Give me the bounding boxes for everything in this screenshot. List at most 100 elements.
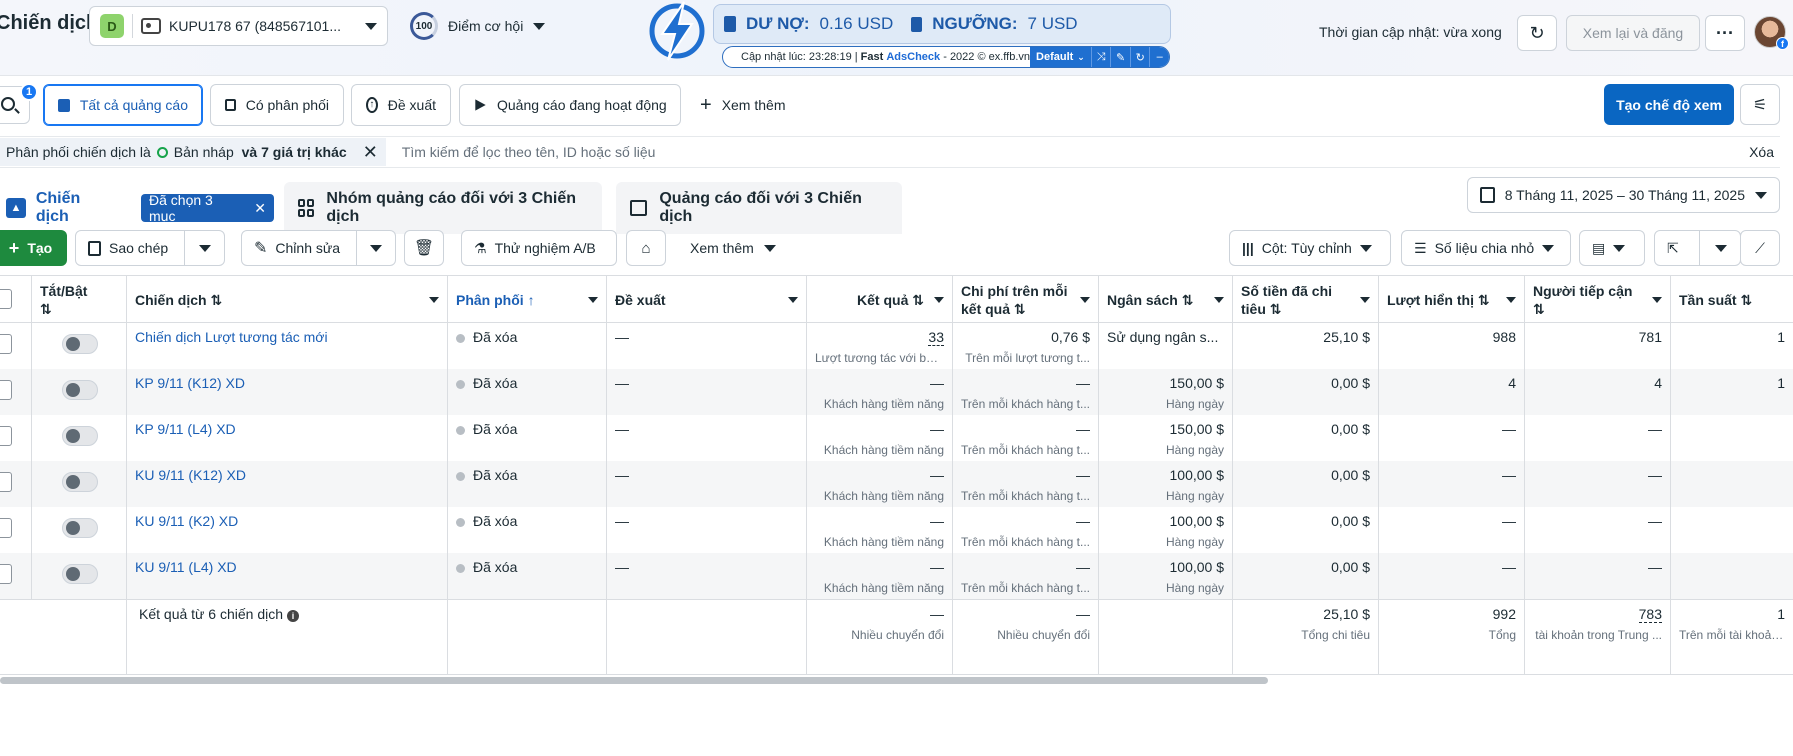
header-budget[interactable]: Ngân sách ⇅: [1099, 276, 1233, 324]
tab-all-ads[interactable]: Tất cả quảng cáo: [43, 84, 203, 126]
review-publish-button[interactable]: Xem lại và đăng: [1566, 15, 1700, 51]
chevron-down-icon[interactable]: [1715, 245, 1727, 252]
adscheck-profile-select[interactable]: Default ⌄: [1030, 47, 1091, 67]
chevron-down-icon[interactable]: [1080, 297, 1090, 303]
chevron-down-icon[interactable]: [1506, 297, 1516, 303]
table-row[interactable]: KU 9/11 (L4) XD Đã xóa — — Khách hàng tiềm n…: [0, 553, 1793, 599]
budget-value[interactable]: Sử dụng ngân s...: [1107, 329, 1224, 346]
table-row[interactable]: KU 9/11 (K2) XD Đã xóa — — Khách hàng tiềm n…: [0, 507, 1793, 553]
chevron-down-icon[interactable]: [1652, 297, 1662, 303]
tab-active-ads[interactable]: Quảng cáo đang hoạt động: [459, 84, 681, 126]
header-delivery[interactable]: Phân phối ↑: [448, 276, 607, 324]
see-more-tabs-button[interactable]: + Xem thêm: [700, 84, 786, 126]
row-checkbox[interactable]: [0, 426, 12, 446]
campaign-toggle[interactable]: [62, 518, 98, 538]
select-all-checkbox[interactable]: [0, 289, 12, 309]
summary-cost-per-result-type: Nhiều chuyển đổi: [997, 628, 1090, 642]
columns-button[interactable]: ||| Cột: Tùy chỉnh: [1229, 230, 1391, 266]
breakdown-button[interactable]: ☰ Số liệu chia nhỏ: [1401, 230, 1571, 266]
campaign-toggle[interactable]: [62, 564, 98, 584]
clear-filters-link[interactable]: Xóa: [1749, 144, 1774, 160]
chevron-down-icon[interactable]: [588, 297, 598, 303]
ab-test-button[interactable]: ⚗ Thử nghiệm A/B: [461, 230, 617, 266]
campaign-name-link[interactable]: KU 9/11 (L4) XD: [135, 559, 439, 576]
row-checkbox[interactable]: [0, 472, 12, 492]
edit-icon[interactable]: ✎: [1110, 47, 1130, 67]
filter-search-input[interactable]: Tìm kiếm để lọc theo tên, ID hoặc số liệ…: [402, 144, 1749, 160]
header-cost-per-result[interactable]: Chi phí trên mỗi kết quả ⇅: [953, 276, 1099, 324]
row-checkbox[interactable]: [0, 380, 12, 400]
campaign-name-link[interactable]: KU 9/11 (K2) XD: [135, 513, 439, 530]
chevron-down-icon: [1359, 244, 1372, 252]
tab-ads[interactable]: Quảng cáo đối với 3 Chiến dịch: [616, 182, 902, 234]
header-results[interactable]: Kết quả ⇅: [807, 276, 953, 324]
header-select-all[interactable]: [0, 276, 32, 324]
view-settings-button[interactable]: ⚟: [1740, 84, 1780, 125]
export-button[interactable]: ⇱: [1654, 230, 1741, 266]
chevron-down-icon[interactable]: [429, 297, 439, 303]
chevron-down-icon[interactable]: [370, 245, 382, 252]
selected-count-chip[interactable]: Đã chọn 3 mục ✕: [141, 192, 274, 224]
more-options-button[interactable]: ···: [1705, 15, 1745, 51]
info-icon[interactable]: i: [287, 610, 300, 622]
tag-button[interactable]: ⌂: [626, 230, 666, 266]
refresh-icon[interactable]: ↻: [1129, 47, 1150, 67]
chevron-down-icon[interactable]: [788, 297, 798, 303]
tab-delivering[interactable]: Có phân phối: [210, 84, 344, 126]
chevron-down-icon[interactable]: [1214, 297, 1224, 303]
table-row[interactable]: Chiến dịch Lượt tương tác mới Đã xóa — 33 Lư…: [0, 323, 1793, 369]
chevron-down-icon[interactable]: [1360, 297, 1370, 303]
account-selector[interactable]: D KUPU178 67 (848567101...: [89, 6, 388, 46]
delete-button[interactable]: 🗑: [404, 230, 444, 266]
row-checkbox[interactable]: [0, 334, 12, 354]
edit-button[interactable]: ✎ Chỉnh sửa: [241, 230, 396, 266]
budget-value[interactable]: 150,00 $: [1107, 421, 1225, 438]
create-button[interactable]: + Tạo: [0, 230, 67, 266]
chevron-down-icon[interactable]: [199, 245, 211, 252]
charts-button[interactable]: ⟋: [1740, 230, 1780, 266]
row-checkbox[interactable]: [0, 564, 12, 584]
duplicate-button[interactable]: Sao chép: [75, 230, 225, 266]
opportunity-score-button[interactable]: 100 Điểm cơ hội: [410, 12, 546, 40]
shuffle-icon[interactable]: ⤨: [1090, 47, 1111, 67]
header-recommendations[interactable]: Đề xuất: [607, 276, 807, 324]
horizontal-scrollbar[interactable]: [0, 677, 1268, 684]
budget-value[interactable]: 100,00 $: [1107, 559, 1225, 576]
date-range-picker[interactable]: 8 Tháng 11, 2025 – 30 Tháng 11, 2025: [1467, 177, 1780, 213]
close-icon[interactable]: ✕: [254, 200, 266, 217]
campaign-name-link[interactable]: Chiến dịch Lượt tương tác mới: [135, 329, 439, 346]
toolbar-see-more-button[interactable]: Xem thêm: [690, 230, 776, 266]
header-toggle[interactable]: Tắt/Bật ⇅: [32, 276, 127, 324]
budget-value[interactable]: 100,00 $: [1107, 513, 1225, 530]
header-frequency[interactable]: Tần suất ⇅: [1671, 276, 1793, 324]
budget-value[interactable]: 150,00 $: [1107, 375, 1225, 392]
refresh-button[interactable]: ↻: [1517, 15, 1557, 51]
header-campaign[interactable]: Chiến dịch ⇅: [127, 276, 448, 324]
header-impressions[interactable]: Lượt hiển thị ⇅: [1379, 276, 1525, 324]
budget-value[interactable]: 100,00 $: [1107, 467, 1225, 484]
campaign-toggle[interactable]: [62, 426, 98, 446]
campaign-name-link[interactable]: KP 9/11 (K12) XD: [135, 375, 439, 392]
tab-campaigns[interactable]: ▲ Chiến dịch Đã chọn 3 mục ✕: [0, 182, 274, 234]
tab-adsets[interactable]: Nhóm quảng cáo đối với 3 Chiến dịch: [284, 182, 602, 234]
filter-chip[interactable]: Phân phối chiến dịch là Bản nháp và 7 gi…: [0, 138, 386, 166]
campaign-toggle[interactable]: [62, 334, 98, 354]
campaign-toggle[interactable]: [62, 472, 98, 492]
reports-button[interactable]: ▤: [1579, 230, 1645, 266]
campaign-name-link[interactable]: KP 9/11 (L4) XD: [135, 421, 439, 438]
tab-recommendations[interactable]: ↑ Đề xuất: [351, 84, 451, 126]
header-amount-spent[interactable]: Số tiền đã chi tiêu ⇅: [1233, 276, 1379, 324]
table-row[interactable]: KP 9/11 (L4) XD Đã xóa — — Khách hàng tiềm n…: [0, 415, 1793, 461]
campaign-name-cell: KU 9/11 (K12) XD: [127, 461, 448, 507]
table-row[interactable]: KP 9/11 (K12) XD Đã xóa — — Khách hàng tiềm …: [0, 369, 1793, 415]
table-row[interactable]: KU 9/11 (K12) XD Đã xóa — — Khách hàng tiềm …: [0, 461, 1793, 507]
create-view-button[interactable]: Tạo chế độ xem: [1604, 84, 1734, 125]
row-checkbox[interactable]: [0, 518, 12, 538]
close-icon[interactable]: ✕: [363, 142, 378, 163]
chevron-down-icon[interactable]: [934, 297, 944, 303]
minimize-icon[interactable]: –: [1149, 47, 1169, 67]
header-reach[interactable]: Người tiếp cận ⇅: [1525, 276, 1671, 324]
campaign-name-link[interactable]: KU 9/11 (K12) XD: [135, 467, 439, 484]
cost-per-result-value: —: [1076, 559, 1090, 575]
campaign-toggle[interactable]: [62, 380, 98, 400]
